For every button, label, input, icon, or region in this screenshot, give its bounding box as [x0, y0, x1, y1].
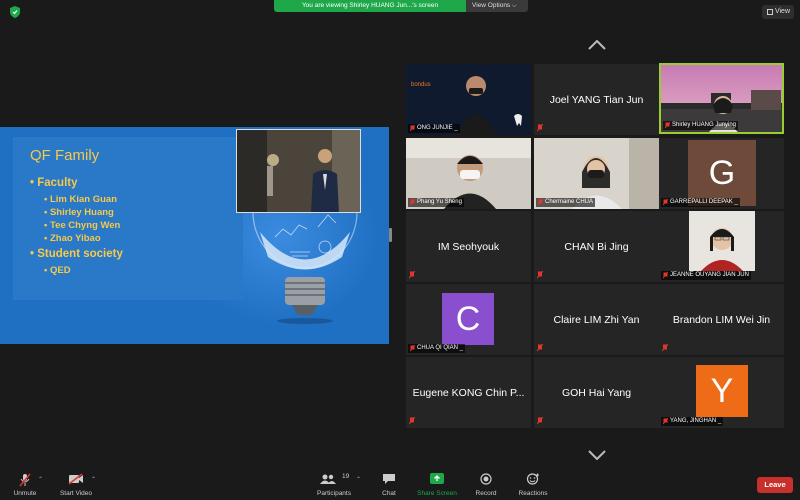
muted-mic-icon	[537, 344, 543, 352]
view-button-label: View	[774, 8, 790, 15]
record-button[interactable]: Record	[468, 470, 504, 500]
participant-tile[interactable]: C CHUA QI QIAN _	[406, 284, 531, 355]
participant-tile[interactable]: bondus ONG JUNJIE _	[406, 64, 531, 135]
muted-mic-icon	[410, 125, 415, 132]
participant-tile-active-speaker[interactable]: Shirley HUANG Junying	[659, 63, 784, 134]
unmute-button[interactable]: Unmute	[6, 470, 44, 500]
chevron-up-icon[interactable]	[588, 40, 606, 50]
muted-mic-icon	[662, 344, 668, 352]
share-screen-button[interactable]: Share Screen	[414, 470, 460, 500]
view-options-menu[interactable]: View Options ⌵	[466, 0, 528, 12]
chevron-down-icon[interactable]	[588, 450, 606, 460]
participants-label: Participants	[317, 490, 351, 497]
participant-tile[interactable]: GOH Hai Yang	[534, 357, 659, 428]
video-options-caret[interactable]: ⌃	[91, 476, 96, 483]
participant-name-label: CHUA QI QIAN _	[408, 344, 466, 353]
slide-title: QF Family	[30, 147, 100, 164]
slide-subbullet: • Shirley Huang	[44, 207, 114, 218]
record-icon	[480, 473, 492, 485]
participant-tile[interactable]: Joel YANG Tian Jun	[534, 64, 659, 135]
muted-mic-icon	[537, 271, 543, 279]
participant-name: GOH Hai Yang	[561, 386, 632, 399]
chat-button[interactable]: Chat	[372, 470, 406, 500]
participant-name: Brandon LIM Wei Jin	[672, 313, 771, 326]
participants-button[interactable]: 19 Participants	[314, 470, 354, 500]
participant-avatar: C	[442, 293, 494, 345]
share-screen-icon	[430, 473, 444, 484]
reactions-button[interactable]: Reactions	[512, 470, 554, 500]
security-shield-icon[interactable]	[10, 6, 20, 18]
video-logo-text: bondus	[411, 82, 431, 88]
chat-icon	[383, 474, 395, 484]
meeting-toolbar: Unmute ⌃ Start Video ⌃ 19 Participants ⌃…	[0, 470, 800, 500]
participant-name-label: JEANNE OUYANG JIAN JUN	[661, 271, 751, 280]
slide-bullet: • Student society	[30, 248, 123, 260]
slide-subbullet: • QED	[44, 265, 71, 276]
muted-mic-icon	[663, 272, 668, 279]
slide-subbullet: • Lim Kian Guan	[44, 194, 118, 205]
participant-name: IM Seohyouk	[437, 240, 500, 253]
leave-button[interactable]: Leave	[757, 477, 793, 493]
muted-mic-icon	[665, 122, 670, 129]
slide-subbullet: • Tee Chyng Wen	[44, 220, 121, 231]
split-view-handle[interactable]	[389, 228, 392, 242]
participant-tile[interactable]: JEANNE OUYANG JIAN JUN	[659, 211, 784, 282]
participant-name-label: YANG, JINGHAN _	[661, 417, 724, 426]
share-screen-label: Share Screen	[417, 490, 457, 497]
participant-name-label: ONG JUNJIE _	[408, 124, 460, 133]
slide-subbullet: • Zhao Yibao	[44, 233, 101, 244]
muted-mic-icon	[663, 418, 668, 425]
record-label: Record	[475, 490, 497, 497]
participant-tile[interactable]: Claire LIM Zhi Yan	[534, 284, 659, 355]
participants-options-caret[interactable]: ⌃	[356, 476, 361, 483]
participant-avatar: G	[688, 140, 756, 206]
muted-mic-icon	[410, 199, 415, 206]
participant-tile[interactable]: G GARREPALLI DEEPAK _	[659, 138, 784, 209]
participant-name: Eugene KONG Chin P...	[412, 386, 525, 399]
participant-name-label: Shirley HUANG Junying	[663, 121, 739, 130]
participant-name: Claire LIM Zhi Yan	[553, 313, 640, 326]
participant-tile[interactable]: Eugene KONG Chin P...	[406, 357, 531, 428]
unmute-label: Unmute	[13, 490, 37, 497]
view-button[interactable]: View	[762, 5, 794, 19]
participant-name-label: Chermaine CHUA	[536, 198, 596, 207]
muted-mic-icon	[537, 124, 543, 132]
view-options-label: View Options	[472, 2, 511, 9]
participant-tile[interactable]: Phang Yu Sheng	[406, 138, 531, 209]
smiley-icon	[526, 473, 539, 485]
muted-mic-icon	[409, 417, 415, 425]
muted-mic-icon	[538, 199, 543, 206]
participants-icon	[320, 474, 336, 484]
audio-options-caret[interactable]: ⌃	[38, 476, 43, 483]
presenter-video	[236, 129, 361, 213]
participant-tile[interactable]: Y YANG, JINGHAN _	[659, 357, 784, 428]
participant-tile[interactable]: Brandon LIM Wei Jin	[659, 284, 784, 355]
participant-name: CHAN Bi Jing	[564, 240, 629, 253]
chat-label: Chat	[382, 490, 396, 497]
muted-mic-icon	[409, 271, 415, 279]
muted-mic-icon	[19, 473, 31, 487]
slide-bullet: • Faculty	[30, 177, 78, 189]
participant-avatar: Y	[696, 365, 748, 417]
start-video-label: Start Video	[59, 490, 93, 497]
muted-mic-icon	[537, 417, 543, 425]
chevron-down-icon: ⌵	[512, 3, 517, 9]
viewing-screen-banner: You are viewing Shirley HUANG Jun...'s s…	[274, 0, 466, 12]
reactions-label: Reactions	[518, 490, 548, 497]
muted-mic-icon	[663, 199, 668, 206]
participant-name-label: GARREPALLI DEEPAK _	[661, 198, 740, 207]
start-video-button[interactable]: Start Video	[56, 470, 96, 500]
video-off-icon	[68, 473, 83, 485]
shared-screen[interactable]: QF Family • Faculty • Lim Kian Guan • Sh…	[0, 127, 389, 344]
participant-tile[interactable]: Chermaine CHUA	[534, 138, 659, 209]
participant-count: 19	[342, 473, 350, 480]
participant-name-label: Phang Yu Sheng	[408, 198, 464, 207]
muted-mic-icon	[410, 345, 415, 352]
participant-name: Joel YANG Tian Jun	[549, 93, 644, 106]
participant-tile[interactable]: IM Seohyouk	[406, 211, 531, 282]
grid-view-icon	[767, 9, 773, 15]
participant-tile[interactable]: CHAN Bi Jing	[534, 211, 659, 282]
